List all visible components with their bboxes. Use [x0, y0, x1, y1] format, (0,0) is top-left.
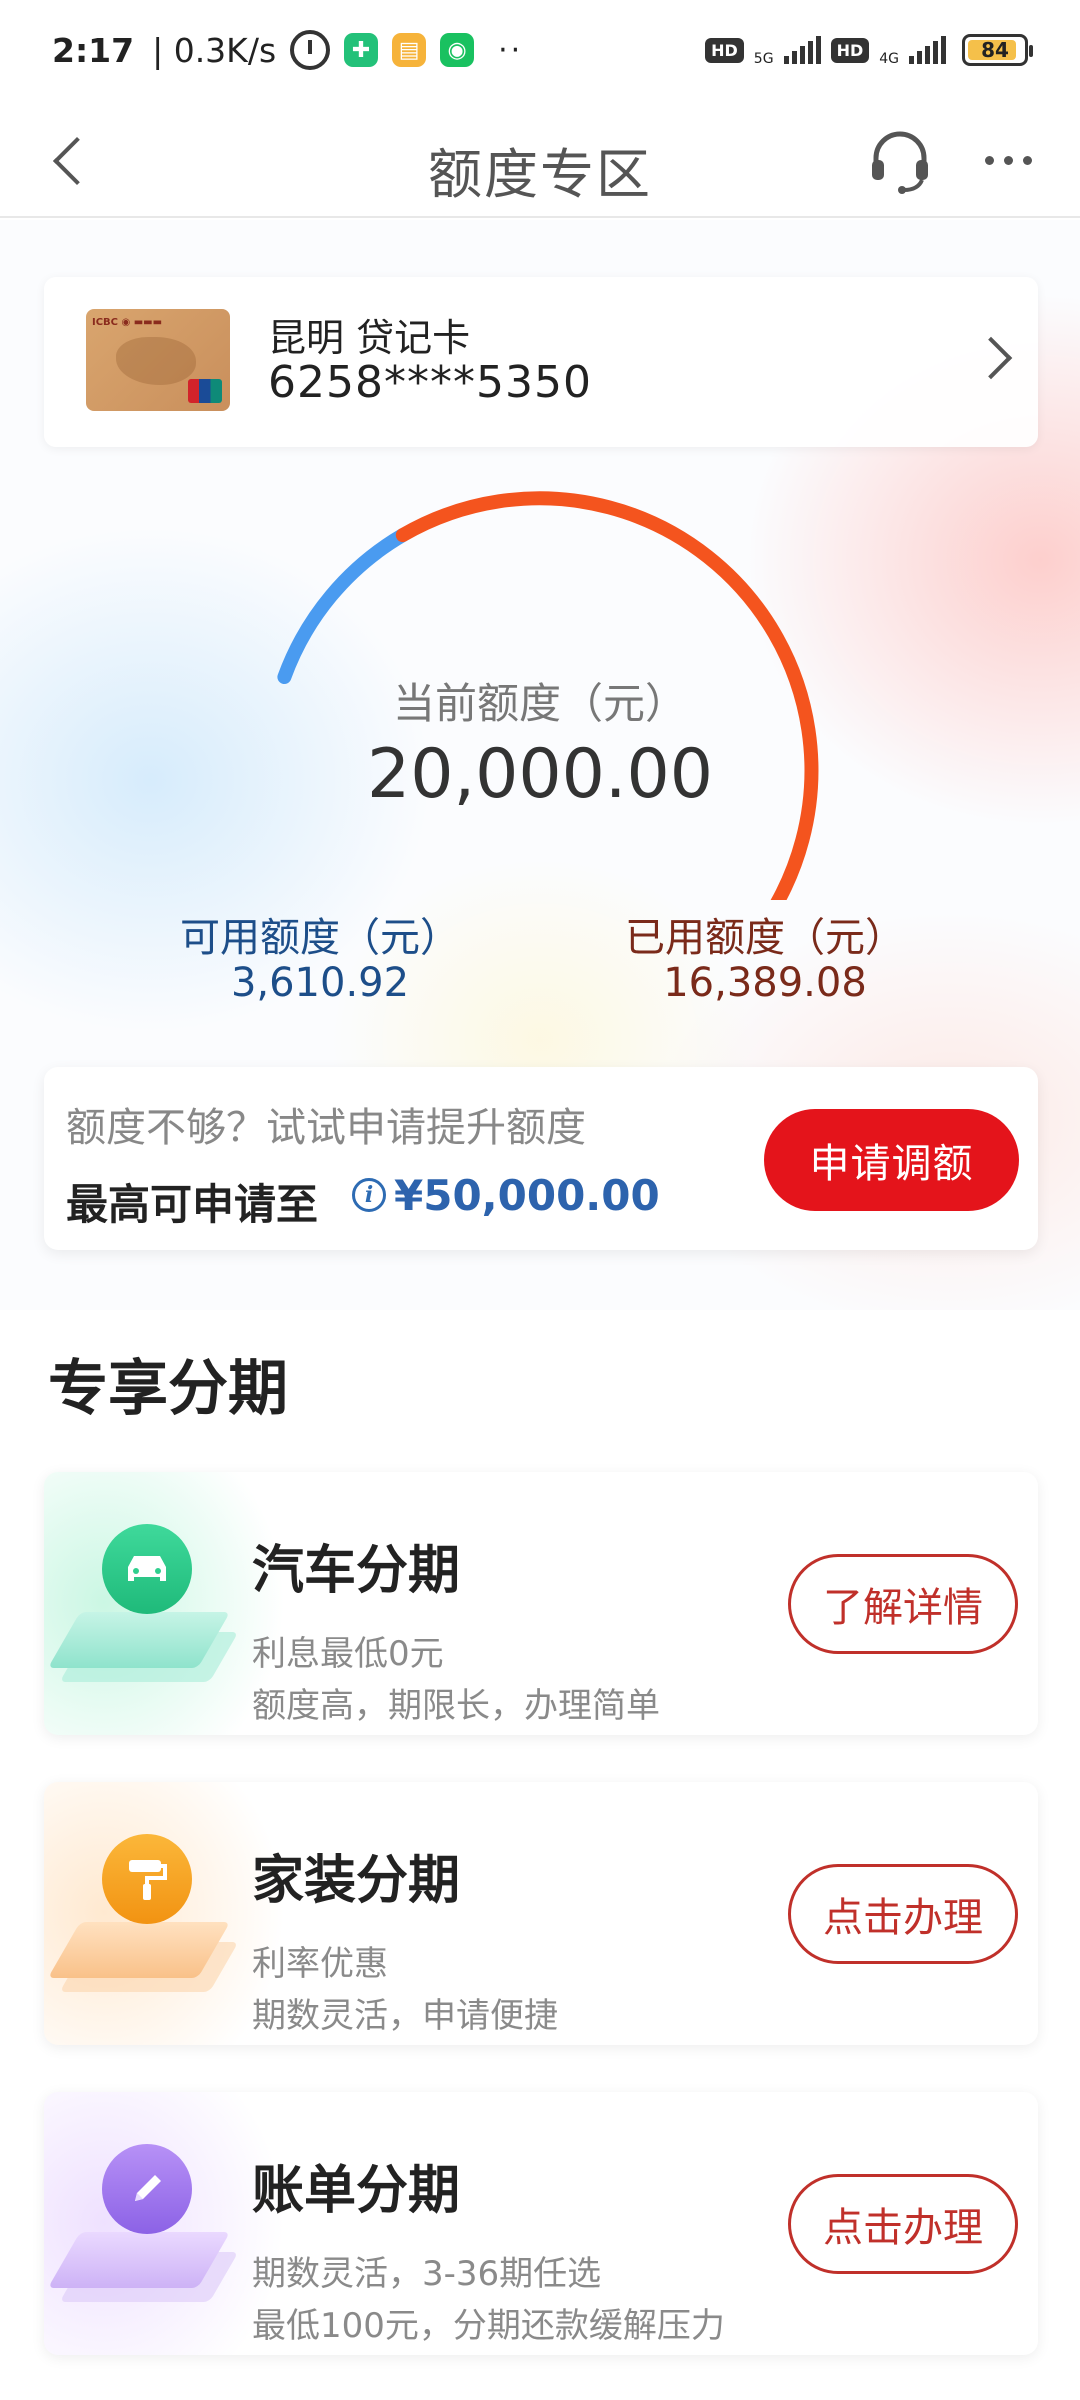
notes-app-icon: ▤	[392, 33, 427, 67]
card-image: ICBC ◉ ▬▬▬	[86, 309, 230, 411]
available-limit-label: 可用额度（元）	[180, 915, 460, 961]
section-title: 专享分期	[48, 1354, 288, 1424]
network-type-label-2: 4G	[879, 51, 899, 67]
current-limit-label: 当前额度（元）	[392, 679, 687, 728]
status-bar: 2:17 | 0.3K/s ✚ ▤ ◉ ·· HD 5G HD 4G 84	[0, 0, 1080, 100]
header: 额度专区	[0, 100, 1080, 218]
shield-app-icon: ✚	[344, 33, 379, 67]
current-limit-value: 20,000.00	[366, 735, 714, 814]
used-limit-value: 16,389.08	[663, 960, 867, 1006]
plan-desc: 利息最低0元	[252, 1634, 444, 1674]
status-right: HD 5G HD 4G 84	[705, 33, 1033, 67]
network-type-label: 5G	[753, 51, 774, 67]
used-limit-label: 已用额度（元）	[625, 915, 905, 961]
plan-title: 汽车分期	[252, 1541, 461, 1601]
paint-roller-glyph	[129, 1860, 167, 1900]
status-network-speed: | 0.3K/s	[152, 30, 277, 70]
card-selector[interactable]: ICBC ◉ ▬▬▬ 昆明 贷记卡 6258****5350	[44, 277, 1038, 447]
hd-badge-2: HD	[830, 37, 870, 63]
plan-desc: 额度高，期限长，办理简单	[252, 1686, 660, 1726]
chevron-right-icon	[972, 333, 1020, 381]
card-name: 昆明 贷记卡	[268, 316, 471, 360]
customer-service-button[interactable]	[864, 124, 936, 196]
paint-roller-icon	[102, 1834, 192, 1924]
gauge-available-arc	[277, 528, 410, 684]
upgrade-hint: 额度不够？试试申请提升额度	[66, 1105, 586, 1151]
pencil-icon	[102, 2144, 192, 2234]
limit-upgrade-card: 额度不够？试试申请提升额度 最高可申请至 i ¥50,000.00 申请调额	[44, 1067, 1038, 1250]
available-limit-value: 3,610.92	[230, 960, 410, 1006]
unionpay-icon	[188, 379, 222, 403]
more-notifications-icon: ··	[498, 32, 524, 68]
bank-logo-icon: ICBC ◉ ▬▬▬	[92, 317, 163, 328]
apply-now-button[interactable]: 点击办理	[788, 2174, 1018, 2274]
apply-adjust-limit-button[interactable]: 申请调额	[764, 1109, 1019, 1211]
status-time: 2:17	[52, 30, 135, 70]
apply-now-button[interactable]: 点击办理	[788, 1864, 1018, 1964]
max-limit-label: 最高可申请至	[66, 1180, 319, 1229]
more-dot	[1023, 155, 1032, 165]
plan-card-home[interactable]: 家装分期 利率优惠 期数灵活，申请便捷 点击办理	[44, 1782, 1038, 2045]
info-icon[interactable]: i	[352, 1178, 386, 1212]
card-number: 6258****5350	[268, 357, 592, 408]
alarm-icon	[290, 30, 331, 70]
wechat-icon: ◉	[440, 33, 475, 67]
signal-icon	[783, 36, 821, 64]
status-left: 2:17 | 0.3K/s ✚ ▤ ◉ ··	[52, 30, 523, 70]
more-dot	[1004, 155, 1013, 165]
plan-title: 家装分期	[252, 1851, 461, 1911]
pencil-glyph	[135, 2175, 161, 2201]
max-limit-amount: ¥50,000.00	[394, 1171, 660, 1220]
battery-level: 84	[981, 38, 1009, 62]
card-map-pattern	[116, 337, 196, 385]
headset-icon	[872, 131, 928, 194]
more-dot	[985, 155, 994, 165]
battery-icon: 84	[962, 34, 1033, 66]
hd-badge: HD	[705, 37, 744, 63]
plan-card-bill[interactable]: 账单分期 期数灵活，3-36期任选 最低100元，分期还款缓解压力 点击办理	[44, 2092, 1038, 2355]
plan-desc: 期数灵活，3-36期任选	[252, 2254, 602, 2294]
plan-card-car[interactable]: 汽车分期 利息最低0元 额度高，期限长，办理简单 了解详情	[44, 1472, 1038, 1735]
plan-title: 账单分期	[252, 2161, 461, 2221]
signal-icon-2	[909, 36, 946, 64]
plan-desc: 期数灵活，申请便捷	[252, 1996, 558, 2036]
car-icon	[102, 1524, 192, 1614]
more-button[interactable]	[985, 130, 1055, 190]
learn-more-button[interactable]: 了解详情	[788, 1554, 1018, 1654]
plan-desc: 利率优惠	[252, 1944, 388, 1984]
car-glyph	[128, 1556, 166, 1581]
plan-desc: 最低100元，分期还款缓解压力	[252, 2306, 725, 2346]
